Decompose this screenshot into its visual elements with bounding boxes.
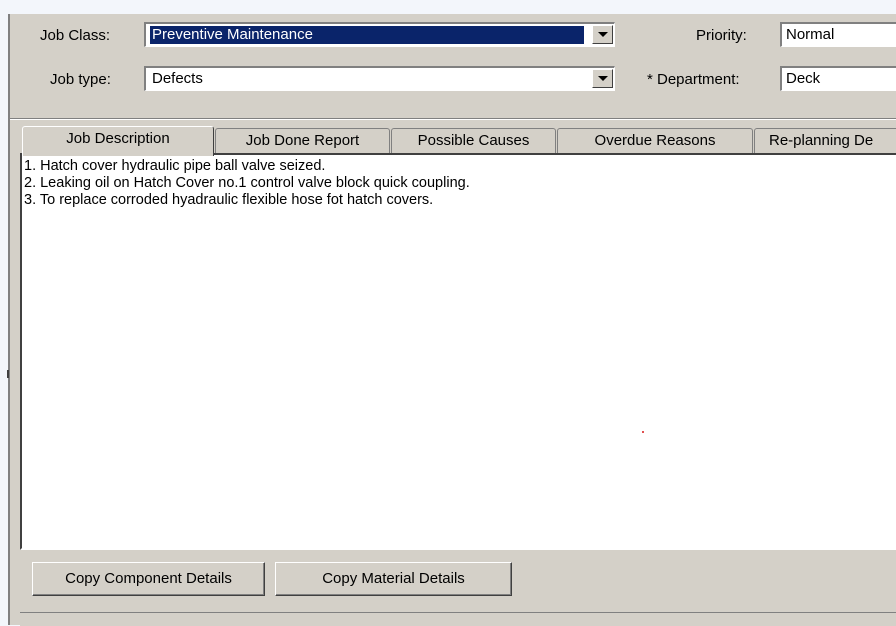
job-form-window: Job Class: Preventive Maintenance Priori… (7, 14, 896, 626)
job-class-dropdown-button[interactable] (592, 25, 613, 44)
department-label: * Department: (647, 71, 740, 88)
chevron-down-icon (597, 32, 608, 37)
job-type-dropdown-button[interactable] (592, 69, 613, 88)
priority-field[interactable]: Normal (780, 22, 896, 47)
job-description-textarea[interactable]: 1. Hatch cover hydraulic pipe ball valve… (20, 153, 896, 550)
bottom-bar (20, 612, 896, 626)
tab-job-description[interactable]: Job Description (22, 126, 214, 156)
chevron-down-icon (597, 76, 608, 81)
tab-overdue-reasons[interactable]: Overdue Reasons (557, 128, 753, 154)
department-field[interactable]: Deck (780, 66, 896, 91)
tab-replanning[interactable]: Re-planning De (754, 128, 896, 154)
job-type-value: Defects (152, 70, 203, 87)
description-line: 3. To replace corroded hyadraulic flexib… (24, 192, 434, 208)
form-separator (10, 118, 896, 120)
tab-job-done-report[interactable]: Job Done Report (215, 128, 390, 154)
description-line: 2. Leaking oil on Hatch Cover no.1 contr… (24, 175, 470, 191)
stray-pixel (642, 431, 644, 433)
job-class-label: Job Class: (40, 27, 111, 44)
job-class-value: Preventive Maintenance (150, 26, 584, 44)
copy-material-details-button[interactable]: Copy Material Details (275, 562, 512, 596)
tab-possible-causes[interactable]: Possible Causes (391, 128, 556, 154)
priority-label: Priority: (696, 27, 747, 44)
job-type-label: Job type: (50, 71, 111, 88)
job-class-dropdown[interactable]: Preventive Maintenance (144, 22, 615, 47)
window-edge-marker (7, 370, 9, 378)
copy-component-details-button[interactable]: Copy Component Details (32, 562, 265, 596)
job-type-dropdown[interactable]: Defects (144, 66, 615, 91)
priority-value: Normal (786, 26, 835, 43)
department-value: Deck (786, 70, 821, 87)
description-line: 1. Hatch cover hydraulic pipe ball valve… (24, 158, 326, 174)
